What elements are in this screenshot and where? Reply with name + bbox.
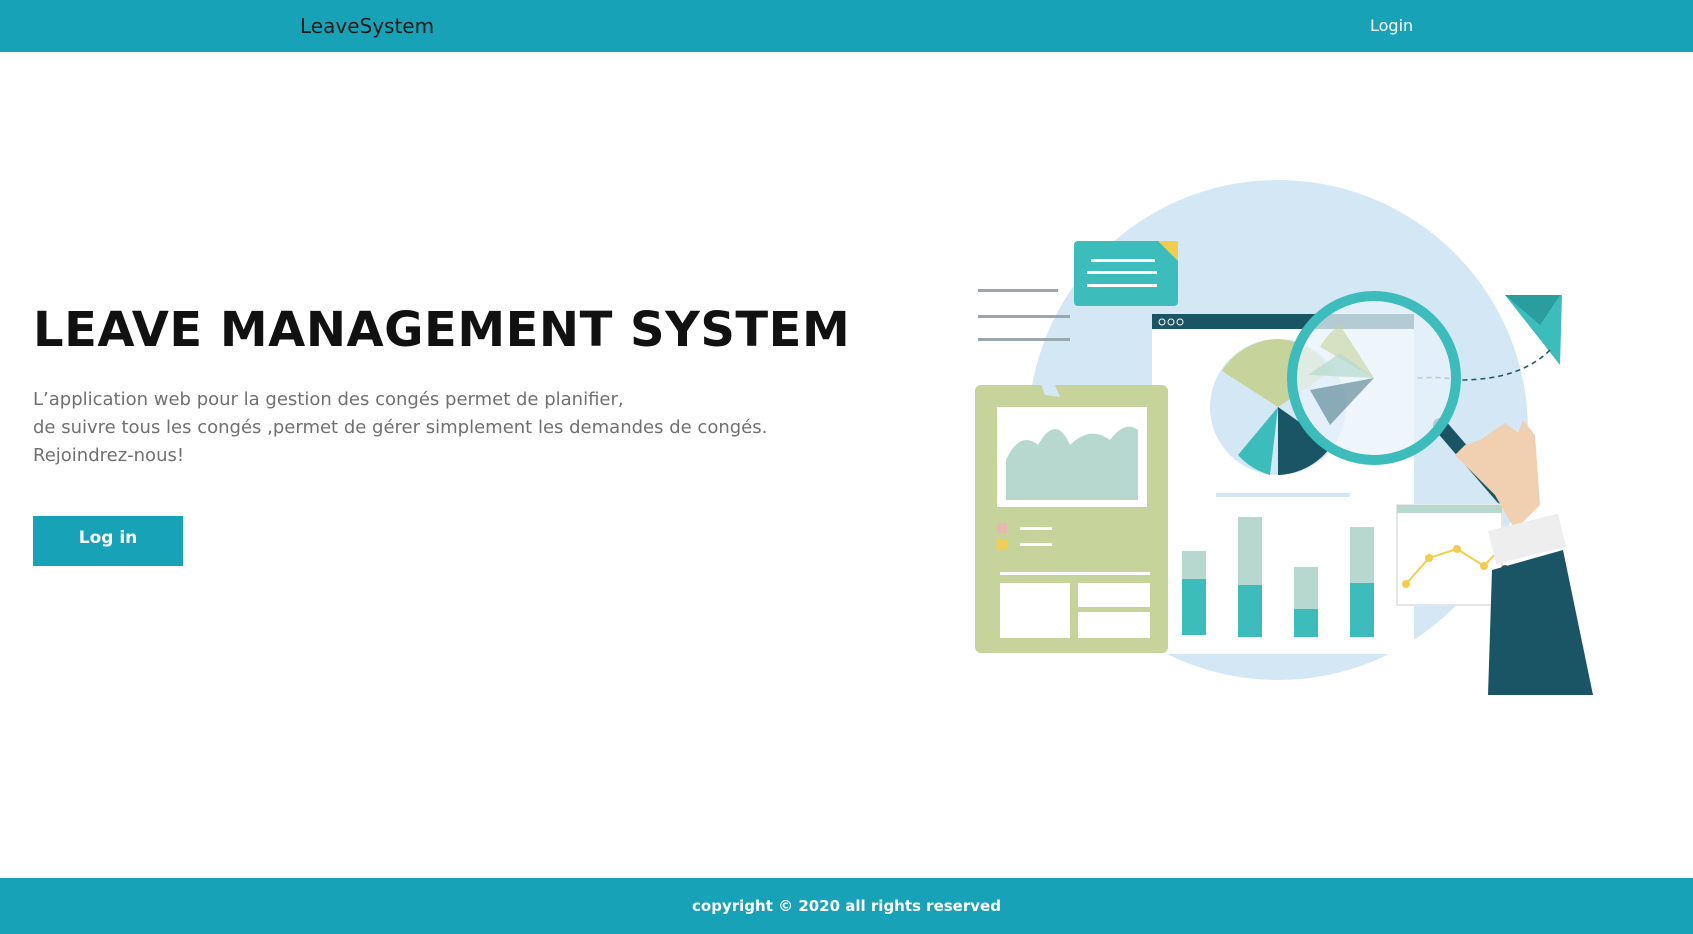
sleeve (1488, 550, 1593, 695)
hero-description-line: L’application web pour la gestion des co… (33, 389, 624, 410)
page-title: LEAVE MANAGEMENT SYSTEM (33, 302, 851, 358)
top-navbar: LeaveSystem Login (0, 0, 1693, 52)
copyright-text: copyright © 2020 all rights reserved (692, 897, 1001, 915)
hero-description-line: Rejoindrez-nous! (33, 445, 185, 466)
hero-description: L’application web pour la gestion des co… (33, 386, 793, 470)
nav-login-link[interactable]: Login (1370, 16, 1413, 35)
brand-link[interactable]: LeaveSystem (300, 14, 434, 38)
footer: copyright © 2020 all rights reserved (0, 878, 1693, 934)
login-button[interactable]: Log in (33, 516, 183, 566)
data-analytics-illustration (975, 180, 1593, 695)
hero-description-line: de suivre tous les congés ,permet de gér… (33, 417, 768, 438)
